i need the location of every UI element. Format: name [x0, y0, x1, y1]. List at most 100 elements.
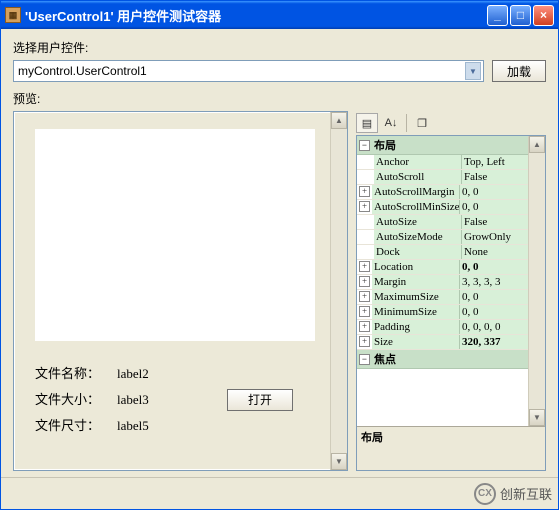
categorized-button[interactable]: ▤: [356, 113, 378, 133]
footer: CX 创新互联: [1, 477, 558, 509]
property-row[interactable]: AutoScrollFalse: [357, 170, 528, 185]
property-row[interactable]: +Location0, 0: [357, 260, 528, 275]
close-button[interactable]: ×: [533, 5, 554, 26]
file-dim-value: label5: [117, 413, 217, 439]
file-size-value: label3: [117, 387, 217, 413]
property-row[interactable]: +MinimumSize0, 0: [357, 305, 528, 320]
property-name: Padding: [372, 320, 460, 334]
alphabetical-button[interactable]: A↓: [380, 113, 402, 133]
minimize-button[interactable]: _: [487, 5, 508, 26]
preview-scrollbar[interactable]: ▲ ▼: [330, 112, 347, 470]
property-value[interactable]: 0, 0, 0, 0: [460, 320, 528, 334]
property-row[interactable]: +AutoScrollMargin0, 0: [357, 185, 528, 200]
pages-icon: ❐: [417, 117, 427, 130]
window-title: 'UserControl1' 用户控件测试容器: [25, 6, 485, 25]
property-row[interactable]: +MaximumSize0, 0: [357, 290, 528, 305]
client-area: 选择用户控件: myControl.UserControl1 ▼ 加载 预览: …: [1, 29, 558, 477]
property-name: Anchor: [374, 155, 462, 169]
category-header-focus[interactable]: − 焦点: [357, 350, 528, 369]
collapse-icon[interactable]: −: [359, 140, 370, 151]
collapse-icon[interactable]: −: [359, 354, 370, 365]
open-button[interactable]: 打开: [227, 389, 293, 411]
property-name: AutoScrollMinSize: [372, 200, 460, 214]
property-value[interactable]: 0, 0: [460, 200, 528, 214]
toolbar-separator: [406, 114, 407, 132]
expand-icon[interactable]: +: [359, 261, 370, 272]
logo-icon: CX: [474, 483, 496, 505]
scroll-down-icon[interactable]: ▼: [529, 409, 545, 426]
combobox-value: myControl.UserControl1: [18, 64, 465, 78]
load-button[interactable]: 加载: [492, 60, 546, 82]
property-value[interactable]: None: [462, 245, 528, 259]
property-value[interactable]: 320, 337: [460, 335, 528, 349]
expand-icon[interactable]: +: [359, 321, 370, 332]
chevron-down-icon[interactable]: ▼: [465, 62, 481, 80]
control-combobox[interactable]: myControl.UserControl1 ▼: [13, 60, 484, 82]
expand-icon[interactable]: +: [359, 186, 370, 197]
file-size-label: 文件大小：: [35, 387, 117, 413]
property-value[interactable]: Top, Left: [462, 155, 528, 169]
property-column: ▤ A↓ ❐ − 布局 AnchorTop, LeftAutoScrollFal…: [356, 111, 546, 471]
property-value[interactable]: False: [462, 215, 528, 229]
property-row[interactable]: +Padding0, 0, 0, 0: [357, 320, 528, 335]
file-name-label: 文件名称：: [35, 361, 117, 387]
expand-spacer: [357, 215, 374, 229]
image-panel: [35, 129, 315, 341]
scroll-track[interactable]: [331, 129, 347, 453]
property-name: Size: [372, 335, 460, 349]
propertygrid-toolbar: ▤ A↓ ❐: [356, 111, 546, 135]
property-name: AutoScrollMargin: [372, 185, 460, 199]
scroll-up-icon[interactable]: ▲: [331, 112, 347, 129]
scroll-down-icon[interactable]: ▼: [331, 453, 347, 470]
scroll-track[interactable]: [529, 153, 545, 409]
property-row[interactable]: +AutoScrollMinSize0, 0: [357, 200, 528, 215]
sort-az-icon: A↓: [385, 117, 398, 129]
property-row[interactable]: AutoSizeModeGrowOnly: [357, 230, 528, 245]
titlebar: ▦ 'UserControl1' 用户控件测试容器 _ □ ×: [1, 1, 558, 29]
app-icon: ▦: [5, 7, 21, 23]
property-value[interactable]: 0, 0: [460, 305, 528, 319]
property-value[interactable]: False: [462, 170, 528, 184]
expand-icon[interactable]: +: [359, 201, 370, 212]
property-value[interactable]: 0, 0: [460, 260, 528, 274]
property-value[interactable]: 0, 0: [460, 290, 528, 304]
file-dim-label: 文件尺寸：: [35, 413, 117, 439]
property-name: AutoSizeMode: [374, 230, 462, 244]
property-name: AutoScroll: [374, 170, 462, 184]
property-name: Location: [372, 260, 460, 274]
scroll-up-icon[interactable]: ▲: [529, 136, 545, 153]
property-row[interactable]: AnchorTop, Left: [357, 155, 528, 170]
expand-icon[interactable]: +: [359, 291, 370, 302]
property-row[interactable]: AutoSizeFalse: [357, 215, 528, 230]
property-name: MinimumSize: [372, 305, 460, 319]
expand-icon[interactable]: +: [359, 336, 370, 347]
property-value[interactable]: GrowOnly: [462, 230, 528, 244]
brand-text: 创新互联: [500, 484, 552, 503]
property-value[interactable]: 3, 3, 3, 3: [460, 275, 528, 289]
property-row[interactable]: DockNone: [357, 245, 528, 260]
file-name-value: label2: [117, 361, 217, 387]
preview-label: 预览:: [13, 90, 546, 107]
expand-spacer: [357, 245, 374, 259]
category-header-layout[interactable]: − 布局: [357, 136, 528, 155]
expand-spacer: [357, 155, 374, 169]
property-name: AutoSize: [374, 215, 462, 229]
property-row[interactable]: +Size320, 337: [357, 335, 528, 350]
property-name: MaximumSize: [372, 290, 460, 304]
maximize-button[interactable]: □: [510, 5, 531, 26]
expand-spacer: [357, 230, 374, 244]
window-frame: ▦ 'UserControl1' 用户控件测试容器 _ □ × 选择用户控件: …: [0, 0, 559, 510]
property-row[interactable]: +Margin3, 3, 3, 3: [357, 275, 528, 290]
property-description: 布局: [357, 426, 545, 470]
propgrid-scrollbar[interactable]: ▲ ▼: [528, 136, 545, 426]
expand-icon[interactable]: +: [359, 306, 370, 317]
file-info: 文件名称： label2 文件大小： label3 打开 文件尺寸： label…: [35, 361, 324, 439]
property-name: Dock: [374, 245, 462, 259]
property-pages-button[interactable]: ❐: [411, 113, 433, 133]
category-name: 布局: [374, 137, 396, 153]
description-title: 布局: [361, 429, 541, 445]
property-grid: − 布局 AnchorTop, LeftAutoScrollFalse+Auto…: [356, 135, 546, 471]
property-value[interactable]: 0, 0: [460, 185, 528, 199]
expand-icon[interactable]: +: [359, 276, 370, 287]
select-control-label: 选择用户控件:: [13, 39, 546, 56]
